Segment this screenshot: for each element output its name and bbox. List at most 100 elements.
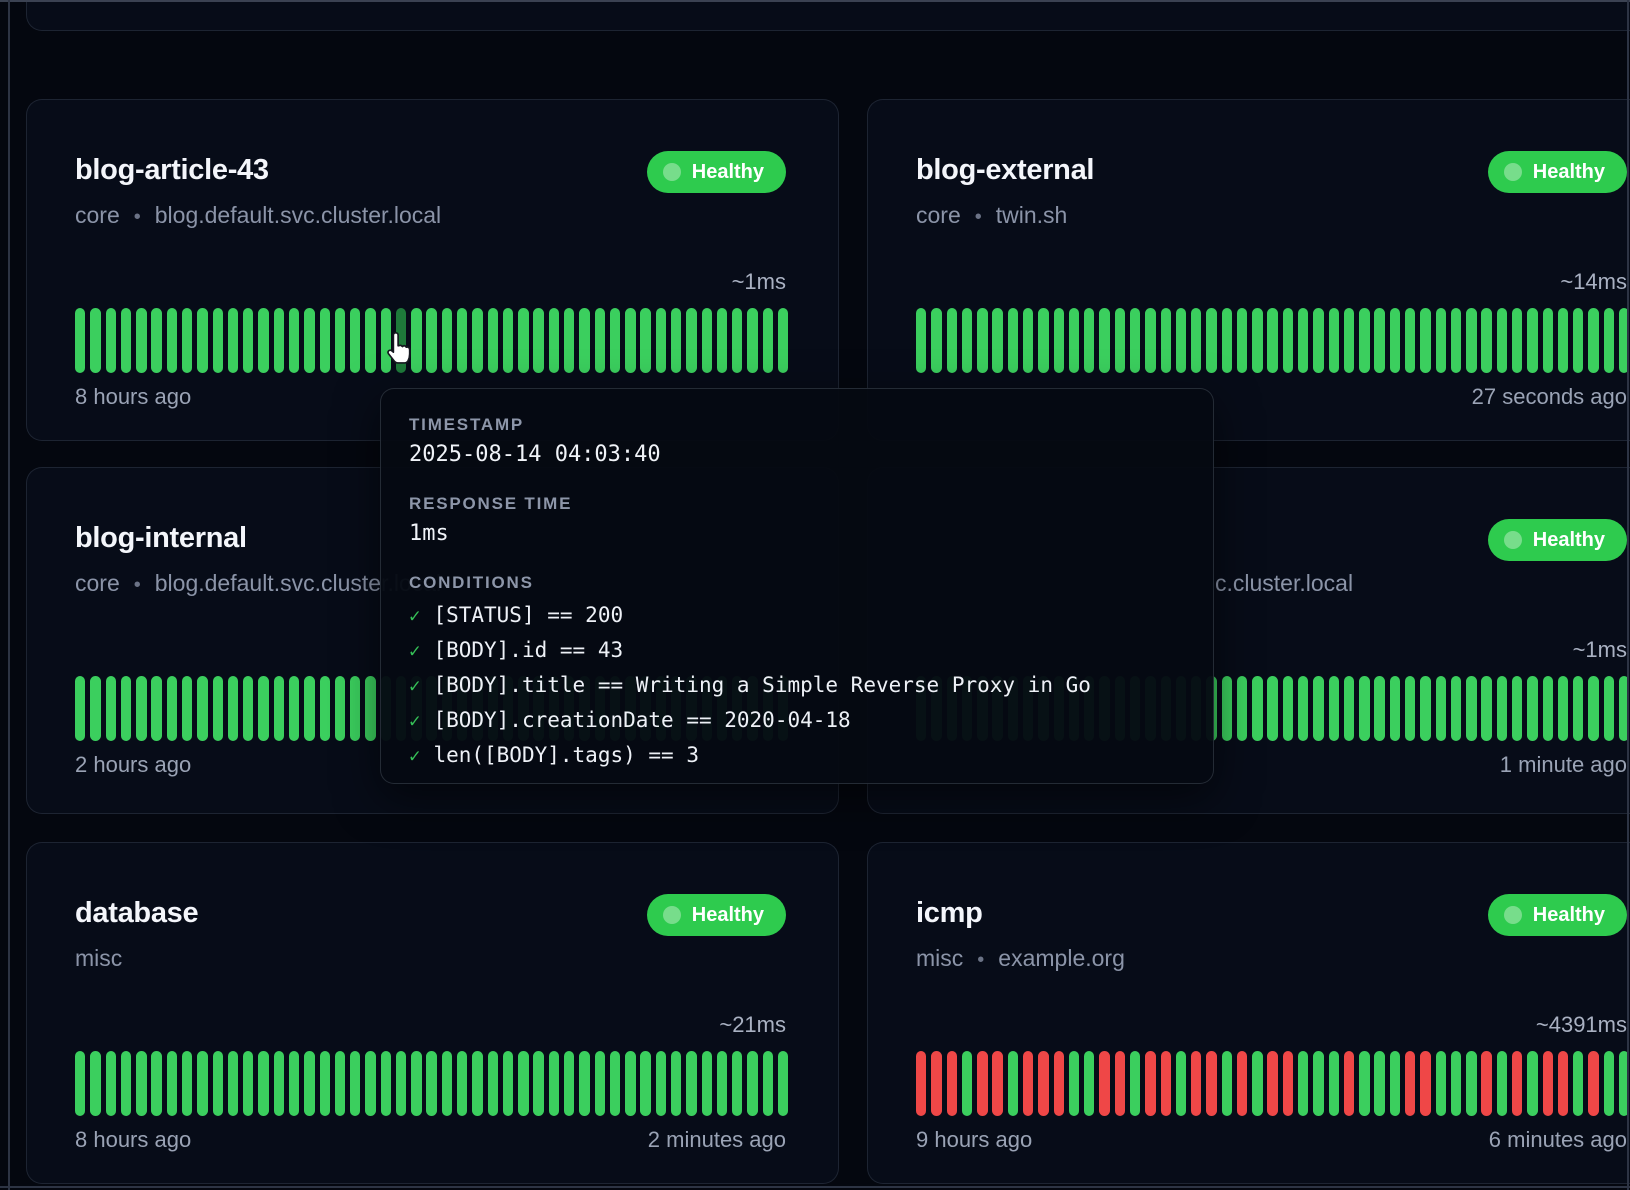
uptime-bar[interactable] (1512, 308, 1522, 373)
uptime-bar[interactable] (167, 308, 177, 373)
uptime-bar[interactable] (90, 1051, 100, 1116)
uptime-bar[interactable] (656, 1051, 666, 1116)
uptime-bar[interactable] (1481, 308, 1491, 373)
uptime-bar[interactable] (1267, 308, 1277, 373)
uptime-bar[interactable] (610, 1051, 620, 1116)
uptime-bar[interactable] (778, 1051, 788, 1116)
uptime-bar[interactable] (640, 308, 650, 373)
uptime-bar[interactable] (1008, 1051, 1018, 1116)
uptime-bar[interactable] (106, 1051, 116, 1116)
uptime-bar[interactable] (1023, 1051, 1033, 1116)
uptime-bar[interactable] (289, 308, 299, 373)
uptime-bar[interactable] (503, 308, 513, 373)
uptime-bar[interactable] (320, 308, 330, 373)
uptime-bar[interactable] (472, 1051, 482, 1116)
uptime-bar[interactable] (1145, 1051, 1155, 1116)
uptime-bar[interactable] (518, 308, 528, 373)
uptime-bar[interactable] (442, 308, 452, 373)
uptime-bar[interactable] (1252, 1051, 1262, 1116)
uptime-bar[interactable] (243, 1051, 253, 1116)
uptime-bar[interactable] (1481, 1051, 1491, 1116)
uptime-bar[interactable] (1390, 1051, 1400, 1116)
uptime-bar[interactable] (1558, 1051, 1568, 1116)
uptime-bar[interactable] (763, 1051, 773, 1116)
uptime-bar[interactable] (717, 308, 727, 373)
uptime-bar[interactable] (1206, 1051, 1216, 1116)
uptime-bar[interactable] (992, 308, 1002, 373)
uptime-bar[interactable] (488, 1051, 498, 1116)
uptime-bar[interactable] (533, 1051, 543, 1116)
service-card-database[interactable]: database misc Healthy ~21ms 8 hours ago … (26, 842, 839, 1184)
uptime-bar[interactable] (1588, 308, 1598, 373)
uptime-bar[interactable] (1252, 676, 1262, 741)
uptime-bar[interactable] (1543, 1051, 1553, 1116)
uptime-bar[interactable] (931, 308, 941, 373)
uptime-bar[interactable] (197, 1051, 207, 1116)
uptime-bar[interactable] (365, 308, 375, 373)
uptime-bar[interactable] (182, 676, 192, 741)
uptime-bar[interactable] (1604, 676, 1614, 741)
uptime-bar[interactable] (1374, 1051, 1384, 1116)
uptime-bar[interactable] (1527, 676, 1537, 741)
uptime-bar[interactable] (1344, 1051, 1354, 1116)
uptime-bar[interactable] (1573, 1051, 1583, 1116)
uptime-bar[interactable] (579, 308, 589, 373)
uptime-bar[interactable] (1527, 1051, 1537, 1116)
uptime-bar[interactable] (75, 676, 85, 741)
uptime-bar[interactable] (1161, 308, 1171, 373)
uptime-bar[interactable] (1099, 1051, 1109, 1116)
uptime-bar[interactable] (1329, 308, 1339, 373)
uptime-bar[interactable] (1038, 1051, 1048, 1116)
uptime-bar[interactable] (518, 1051, 528, 1116)
uptime-bar[interactable] (640, 1051, 650, 1116)
uptime-bar[interactable] (213, 308, 223, 373)
uptime-bar[interactable] (1298, 308, 1308, 373)
uptime-bar[interactable] (396, 1051, 406, 1116)
uptime-history[interactable] (75, 308, 789, 373)
uptime-bar[interactable] (304, 308, 314, 373)
uptime-bar[interactable] (442, 1051, 452, 1116)
uptime-bar[interactable] (1512, 1051, 1522, 1116)
uptime-bar[interactable] (1604, 1051, 1614, 1116)
uptime-bar[interactable] (962, 308, 972, 373)
uptime-history[interactable] (916, 1051, 1630, 1116)
uptime-bar[interactable] (671, 1051, 681, 1116)
uptime-bar[interactable] (243, 308, 253, 373)
service-card-icmp[interactable]: icmp misc•example.org Healthy ~4391ms 9 … (867, 842, 1630, 1184)
uptime-bar[interactable] (1130, 308, 1140, 373)
uptime-bar[interactable] (1359, 1051, 1369, 1116)
uptime-bar[interactable] (549, 1051, 559, 1116)
uptime-bar[interactable] (1313, 676, 1323, 741)
uptime-bar[interactable] (381, 1051, 391, 1116)
uptime-bar[interactable] (1420, 1051, 1430, 1116)
uptime-bar[interactable] (947, 1051, 957, 1116)
uptime-bar[interactable] (1374, 308, 1384, 373)
uptime-bar[interactable] (1481, 676, 1491, 741)
uptime-bar[interactable] (274, 1051, 284, 1116)
uptime-bar[interactable] (289, 676, 299, 741)
uptime-bar[interactable] (1451, 308, 1461, 373)
uptime-bar[interactable] (1405, 1051, 1415, 1116)
uptime-bar[interactable] (564, 308, 574, 373)
uptime-bar[interactable] (1436, 308, 1446, 373)
uptime-bar[interactable] (75, 1051, 85, 1116)
uptime-bar[interactable] (1543, 308, 1553, 373)
uptime-bar[interactable] (1374, 676, 1384, 741)
uptime-bar[interactable] (1344, 676, 1354, 741)
uptime-bar[interactable] (426, 308, 436, 373)
uptime-bar[interactable] (977, 308, 987, 373)
uptime-bar[interactable] (228, 308, 238, 373)
uptime-bar[interactable] (1283, 1051, 1293, 1116)
uptime-bar[interactable] (197, 676, 207, 741)
uptime-bar[interactable] (1588, 676, 1598, 741)
uptime-bar[interactable] (350, 676, 360, 741)
uptime-bar[interactable] (1023, 308, 1033, 373)
uptime-bar[interactable] (75, 308, 85, 373)
uptime-bar[interactable] (625, 308, 635, 373)
uptime-bar[interactable] (457, 1051, 467, 1116)
uptime-bar[interactable] (228, 1051, 238, 1116)
uptime-bar[interactable] (747, 308, 757, 373)
uptime-bar[interactable] (1054, 1051, 1064, 1116)
uptime-bar[interactable] (1359, 676, 1369, 741)
uptime-bar[interactable] (1527, 308, 1537, 373)
